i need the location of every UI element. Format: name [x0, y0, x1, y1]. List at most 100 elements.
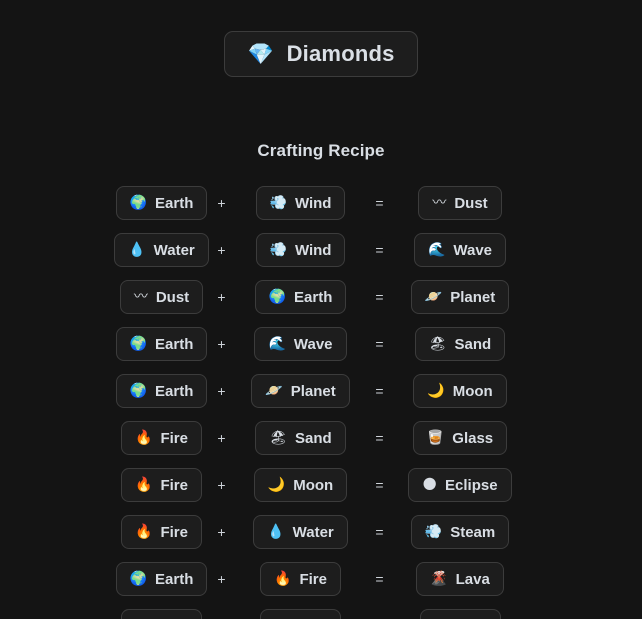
equals-operator-cell: = [360, 515, 399, 549]
wavy-dust-icon: 〰 [133, 289, 148, 305]
plus-operator: + [217, 195, 226, 211]
ingredient-b-cell [241, 609, 360, 619]
plus-operator: + [217, 289, 226, 305]
ingredient-b-chip[interactable]: 🌊 Wave [254, 327, 347, 361]
ingredient-a-cell: 🔥 Fire [121, 421, 202, 455]
recipe-row: 💧 Water + 💨 Wind = 🌊 Wave [0, 233, 642, 267]
ingredient-a-cell: 🔥 Fire [121, 468, 202, 502]
result-chip[interactable] [419, 609, 501, 619]
plus-operator-cell: + [202, 233, 241, 267]
result-chip[interactable]: 🌋 Lava [416, 562, 504, 596]
ingredient-b-chip[interactable]: 💨 Wind [255, 233, 346, 267]
ingredient-a-chip[interactable]: 🌍 Earth [115, 562, 208, 596]
plus-operator: + [217, 336, 226, 352]
element-title-chip[interactable]: 💎 Diamonds [224, 31, 418, 77]
result-cell [399, 609, 521, 619]
ingredient-a-cell: 〰 Dust [119, 280, 204, 314]
ingredient-b-chip[interactable]: 💨 Wind [255, 186, 346, 220]
result-cell: 🌑 Eclipse [399, 468, 521, 502]
droplet-icon: 💧 [128, 242, 146, 258]
result-label: Lava [455, 570, 490, 588]
crescent-moon-icon: 🌙 [267, 477, 286, 493]
earth-globe-icon: 🌍 [129, 383, 148, 399]
result-chip[interactable]: 🪐 Planet [410, 280, 510, 314]
ingredient-b-label: Moon [293, 476, 334, 494]
app-root: 💎 Diamonds Crafting Recipe 🌍 Earth + 💨 W… [0, 0, 642, 619]
ingredient-b-chip[interactable]: 🌙 Moon [253, 468, 348, 502]
equals-operator-cell: = [360, 374, 399, 408]
result-chip[interactable]: 🥃 Glass [412, 421, 508, 455]
result-chip[interactable]: 🌙 Moon [413, 374, 507, 408]
equals-operator-cell: = [360, 233, 399, 267]
equals-operator: = [375, 524, 384, 540]
equals-operator: = [375, 289, 384, 305]
ingredient-a-label: Fire [160, 476, 188, 494]
recipe-row: 🌍 Earth + 🌊 Wave = 🏖 Sand [0, 327, 642, 361]
result-chip[interactable]: 🌑 Eclipse [408, 468, 512, 502]
result-chip[interactable]: 🌊 Wave [413, 233, 507, 267]
plus-operator-cell: + [202, 186, 241, 220]
fire-icon: 🔥 [135, 524, 153, 540]
result-chip[interactable]: 💨 Steam [410, 515, 510, 549]
crafting-recipe-heading: Crafting Recipe [257, 141, 385, 160]
water-wave-icon: 🌊 [427, 242, 446, 258]
ingredient-b-chip[interactable]: 🌍 Earth [254, 280, 347, 314]
result-chip[interactable]: 〰 Dust [418, 186, 502, 220]
ingredient-b-label: Fire [299, 570, 327, 588]
result-label: Dust [454, 194, 488, 212]
row-left-spacer [0, 562, 121, 596]
ingredient-b-chip[interactable]: 🏖 Sand [255, 421, 346, 455]
ingredient-a-chip[interactable]: 💧 Water [114, 233, 209, 267]
ingredient-a-chip[interactable]: 🔥 Fire [121, 468, 202, 502]
equals-operator-cell [360, 609, 399, 619]
ingredient-b-label: Wave [293, 335, 333, 353]
result-cell: 🌊 Wave [399, 233, 521, 267]
gem-stone-icon: 💎 [247, 41, 274, 66]
ringed-planet-icon: 🪐 [424, 289, 443, 305]
ingredient-b-cell: 💨 Wind [241, 186, 360, 220]
result-chip[interactable]: 🏖 Sand [414, 327, 506, 361]
ingredient-a-cell: 🌍 Earth [115, 374, 208, 408]
ingredient-a-chip[interactable]: 〰 Dust [119, 280, 204, 314]
equals-operator: = [375, 242, 384, 258]
ingredient-a-cell: 🔥 Fire [121, 515, 202, 549]
result-cell: 〰 Dust [399, 186, 521, 220]
recipe-row: 🔥 Fire + 🌙 Moon = 🌑 Eclipse [0, 468, 642, 502]
plus-operator: + [217, 524, 226, 540]
ingredient-b-cell: 🌊 Wave [241, 327, 360, 361]
row-left-spacer [0, 468, 121, 502]
recipe-row: 🌍 Earth + 🪐 Planet = 🌙 Moon [0, 374, 642, 408]
plus-operator-cell: + [202, 468, 241, 502]
ingredient-a-chip[interactable]: 🔥 Fire [121, 515, 202, 549]
ingredient-b-chip[interactable]: 🪐 Planet [251, 374, 350, 408]
result-cell: 🌋 Lava [399, 562, 521, 596]
ingredient-a-chip[interactable]: 🌍 Earth [115, 327, 208, 361]
ingredient-b-chip[interactable]: 💧 Water [253, 515, 348, 549]
ingredient-b-chip[interactable]: 🔥 Fire [260, 562, 341, 596]
fire-icon: 🔥 [135, 430, 153, 446]
ingredient-b-label: Earth [294, 288, 333, 306]
plus-operator: + [217, 242, 226, 258]
recipe-row: 🔥 Fire + 🏖 Sand = 🥃 Glass [0, 421, 642, 455]
result-cell: 🥃 Glass [399, 421, 521, 455]
ingredient-a-label: Earth [155, 570, 194, 588]
equals-operator: = [375, 336, 384, 352]
result-label: Sand [454, 335, 492, 353]
recipe-row: 〰 Dust + 🌍 Earth = 🪐 Planet [0, 280, 642, 314]
result-cell: 🌙 Moon [399, 374, 521, 408]
page-title: Diamonds [286, 41, 395, 66]
ingredient-b-chip[interactable] [260, 609, 341, 619]
recipe-list: 🌍 Earth + 💨 Wind = 〰 Dust 💧 Water + 💨 Wi… [0, 186, 642, 619]
result-label: Glass [452, 429, 494, 447]
row-left-spacer [0, 374, 121, 408]
result-label: Planet [450, 288, 496, 306]
page-header: 💎 Diamonds [0, 0, 642, 77]
ingredient-a-chip[interactable]: 🌍 Earth [115, 186, 208, 220]
result-label: Steam [450, 523, 496, 541]
ingredient-a-chip[interactable]: 🌍 Earth [115, 374, 208, 408]
ingredient-a-chip[interactable]: 🔥 Fire [121, 421, 202, 455]
ingredient-a-chip[interactable] [121, 609, 202, 619]
ingredient-a-label: Earth [155, 382, 194, 400]
plus-operator-cell: + [202, 374, 241, 408]
result-cell: 🏖 Sand [399, 327, 521, 361]
